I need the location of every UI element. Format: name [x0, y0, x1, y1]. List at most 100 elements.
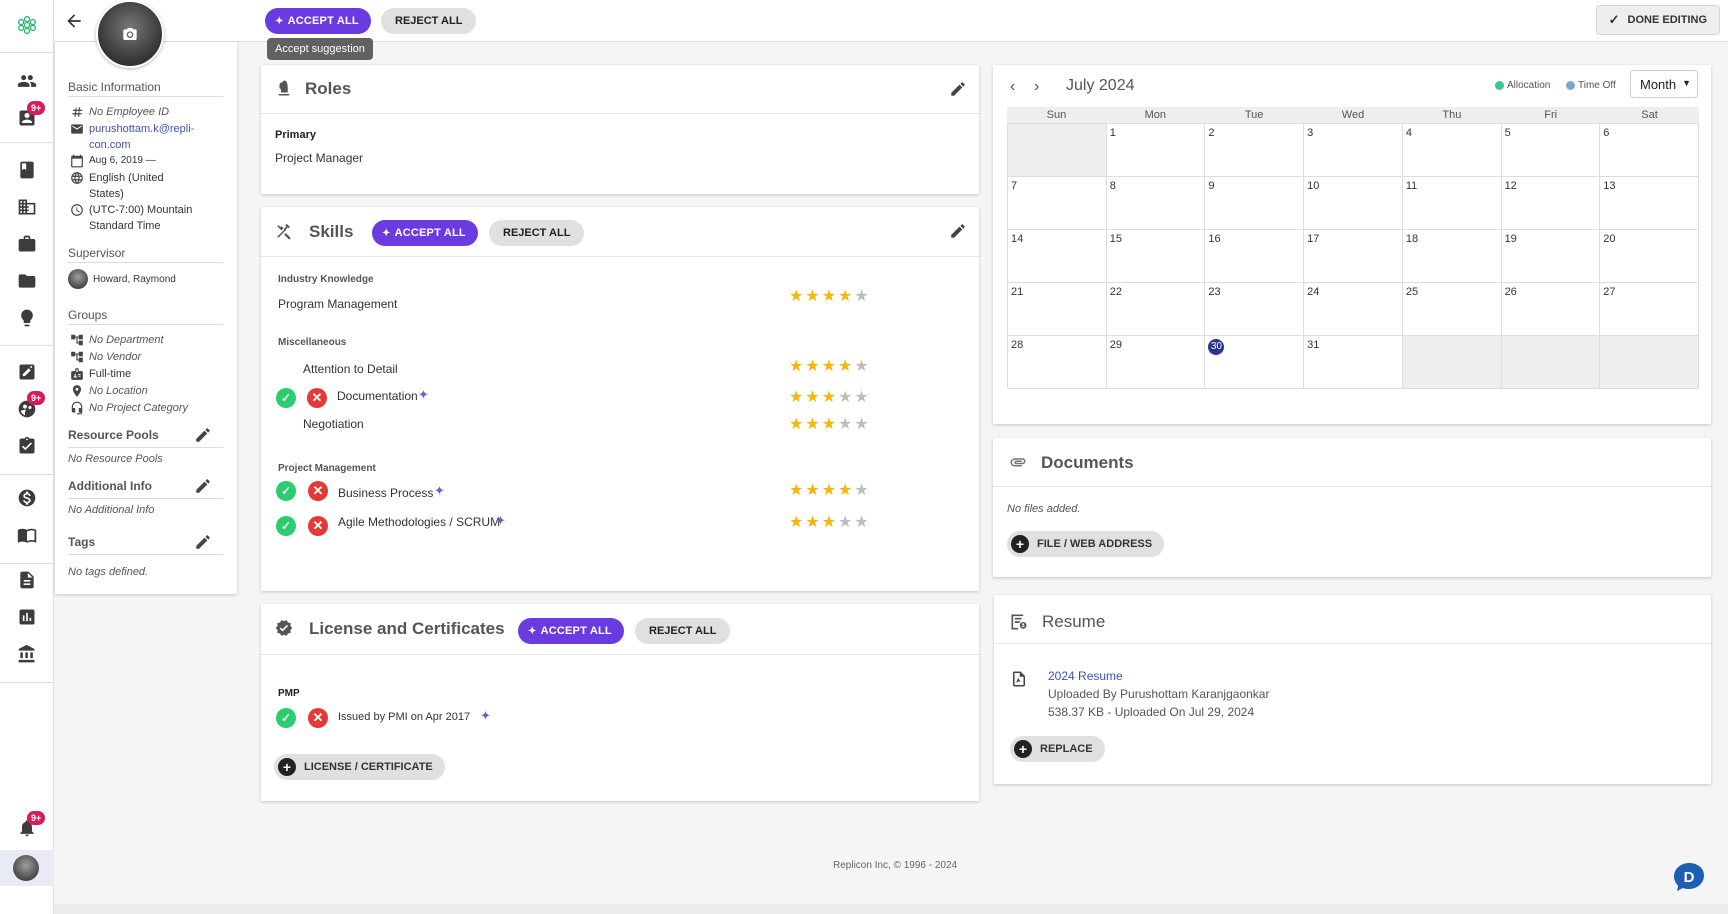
user-avatar[interactable] — [13, 855, 39, 881]
accept-all-suggestions-button[interactable]: ✦ ACCEPT ALL — [265, 8, 371, 34]
calendar-day-cell[interactable]: 12 — [1501, 177, 1601, 230]
document-icon[interactable] — [16, 569, 38, 591]
accept-suggestion-check-icon[interactable]: ✓ — [276, 708, 296, 728]
people-icon[interactable] — [16, 70, 38, 92]
calendar-day-cell[interactable]: 4 — [1402, 124, 1502, 177]
edit-skills-pencil-icon[interactable] — [949, 222, 967, 240]
star-icon[interactable]: ★ — [854, 417, 868, 433]
resume-file-link[interactable]: 2024 Resume — [1048, 669, 1123, 683]
accept-suggestion-check-icon[interactable]: ✓ — [276, 388, 296, 408]
star-icon[interactable]: ★ — [838, 289, 852, 305]
calendar-day-cell[interactable]: 25 — [1402, 283, 1502, 336]
calendar-day-cell[interactable]: 29 — [1106, 336, 1206, 389]
calendar-day-cell[interactable]: 15 — [1106, 230, 1206, 283]
building-icon[interactable] — [16, 196, 38, 218]
star-icon[interactable]: ★ — [854, 289, 868, 305]
calendar-day-cell[interactable]: 10 — [1304, 177, 1403, 230]
approvals-icon[interactable] — [16, 435, 38, 457]
skill-rating[interactable]: ★ ★ ★ ★ ★ — [789, 289, 869, 305]
calendar-empty-cell[interactable] — [1008, 124, 1107, 177]
skill-rating[interactable]: ★ ★ ★ ★ ★ — [789, 515, 869, 531]
calendar-day-cell[interactable]: 20 — [1600, 230, 1699, 283]
skill-rating[interactable]: ★ ★ ★ ★ ★ — [789, 359, 869, 375]
license-reject-all-button[interactable]: REJECT ALL — [635, 618, 731, 644]
calendar-day-cell[interactable]: 1 — [1106, 124, 1206, 177]
add-license-certificate-button[interactable]: + LICENSE / CERTIFICATE — [274, 754, 445, 780]
accept-suggestion-check-icon[interactable]: ✓ — [276, 516, 296, 536]
timesheet-icon[interactable] — [16, 361, 38, 383]
star-icon[interactable]: ★ — [805, 289, 819, 305]
calendar-day-cell[interactable]: 11 — [1402, 177, 1502, 230]
skill-rating[interactable]: ★ ★ ★ ★ ★ — [789, 390, 869, 406]
calendar-day-cell[interactable]: 3 — [1304, 124, 1403, 177]
back-arrow-icon[interactable] — [64, 11, 84, 31]
replace-resume-button[interactable]: + REPLACE — [1010, 736, 1105, 762]
lightbulb-icon[interactable] — [16, 307, 38, 329]
done-editing-button[interactable]: ✓ DONE EDITING — [1595, 5, 1720, 35]
edit-additional-info-pencil-icon[interactable] — [194, 477, 212, 495]
billing-icon[interactable] — [16, 487, 38, 509]
calendar-day-cell[interactable]: 30 — [1205, 336, 1305, 389]
reject-all-suggestions-button[interactable]: REJECT ALL — [381, 8, 477, 34]
current-user-tile[interactable] — [0, 850, 54, 886]
calendar-day-cell[interactable]: 22 — [1106, 283, 1206, 336]
calendar-day-cell[interactable]: 31 — [1304, 336, 1403, 389]
star-icon[interactable]: ★ — [838, 417, 852, 433]
star-icon[interactable]: ★ — [805, 483, 819, 499]
reject-suggestion-x-icon[interactable]: ✕ — [308, 708, 328, 728]
star-icon[interactable]: ★ — [789, 390, 803, 406]
calendar-day-cell[interactable]: 21 — [1008, 283, 1107, 336]
chat-assistant-icon[interactable]: D — [1672, 862, 1706, 892]
calendar-day-cell[interactable]: 27 — [1600, 283, 1699, 336]
reject-suggestion-x-icon[interactable]: ✕ — [307, 388, 327, 408]
license-accept-all-button[interactable]: ✦ ACCEPT ALL — [518, 618, 624, 644]
calendar-day-cell[interactable]: 6 — [1600, 124, 1699, 177]
reject-suggestion-x-icon[interactable]: ✕ — [308, 516, 328, 536]
star-icon[interactable]: ★ — [789, 417, 803, 433]
supervisor-name[interactable]: Howard, Raymond — [93, 272, 176, 288]
calendar-day-cell[interactable]: 19 — [1501, 230, 1601, 283]
calendar-day-cell[interactable]: 28 — [1008, 336, 1107, 389]
star-icon[interactable]: ★ — [805, 359, 819, 375]
prev-month-chevron-icon[interactable]: ‹ — [1010, 78, 1015, 96]
calendar-day-cell[interactable]: 17 — [1304, 230, 1403, 283]
star-icon[interactable]: ★ — [822, 417, 836, 433]
calendar-empty-cell[interactable] — [1600, 336, 1699, 389]
calendar-day-cell[interactable]: 9 — [1205, 177, 1305, 230]
calendar-day-cell[interactable]: 26 — [1501, 283, 1601, 336]
star-icon[interactable]: ★ — [822, 390, 836, 406]
skills-accept-all-button[interactable]: ✦ ACCEPT ALL — [372, 220, 478, 246]
star-icon[interactable]: ★ — [838, 515, 852, 531]
star-icon[interactable]: ★ — [838, 359, 852, 375]
star-icon[interactable]: ★ — [789, 483, 803, 499]
star-icon[interactable]: ★ — [805, 390, 819, 406]
edit-tags-pencil-icon[interactable] — [194, 533, 212, 551]
calendar-day-cell[interactable]: 13 — [1600, 177, 1699, 230]
skill-rating[interactable]: ★ ★ ★ ★ ★ — [789, 417, 869, 433]
star-icon[interactable]: ★ — [805, 417, 819, 433]
book-icon[interactable] — [16, 159, 38, 181]
reports-icon[interactable] — [16, 606, 38, 628]
calendar-day-cell[interactable]: 18 — [1402, 230, 1502, 283]
contract-icon[interactable] — [16, 524, 38, 546]
star-icon[interactable]: ★ — [854, 515, 868, 531]
calendar-day-cell[interactable]: 8 — [1106, 177, 1206, 230]
star-icon[interactable]: ★ — [838, 483, 852, 499]
view-select[interactable]: Month ▼ — [1630, 70, 1698, 98]
accept-suggestion-check-icon[interactable]: ✓ — [276, 481, 296, 501]
calendar-day-cell[interactable]: 24 — [1304, 283, 1403, 336]
calendar-day-cell[interactable]: 2 — [1205, 124, 1305, 177]
star-icon[interactable]: ★ — [822, 359, 836, 375]
camera-icon[interactable] — [120, 26, 140, 42]
star-icon[interactable]: ★ — [805, 515, 819, 531]
star-icon[interactable]: ★ — [789, 515, 803, 531]
calendar-day-cell[interactable]: 7 — [1008, 177, 1107, 230]
star-icon[interactable]: ★ — [854, 483, 868, 499]
star-icon[interactable]: ★ — [854, 359, 868, 375]
star-icon[interactable]: ★ — [854, 390, 868, 406]
star-icon[interactable]: ★ — [822, 289, 836, 305]
calendar-empty-cell[interactable] — [1402, 336, 1502, 389]
calendar-day-cell[interactable]: 14 — [1008, 230, 1107, 283]
star-icon[interactable]: ★ — [822, 483, 836, 499]
profile-photo[interactable] — [96, 0, 164, 68]
